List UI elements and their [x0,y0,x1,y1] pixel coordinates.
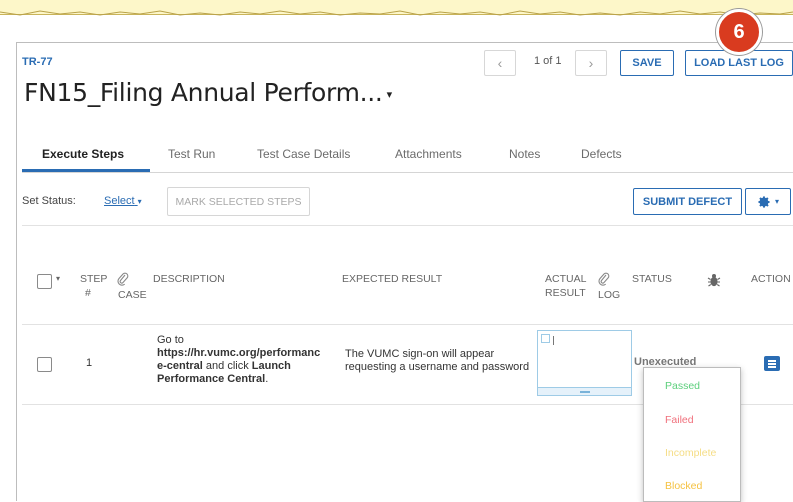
column-header-expected-result: EXPECTED RESULT [342,273,443,285]
divider [22,324,793,325]
gear-icon [758,195,770,208]
column-header-case: CASE [117,272,147,302]
expand-editor-icon[interactable] [541,334,550,343]
row-checkbox[interactable] [37,357,52,372]
expected-result: The VUMC sign-on will appear requesting … [345,348,530,373]
bug-icon [707,274,721,287]
menu-lines-icon [768,366,776,368]
resize-grip-icon [580,391,590,393]
tab-test-run[interactable]: Test Run [168,147,215,161]
chevron-left-icon: ‹ [497,55,503,71]
select-all-caret-icon[interactable]: ▾ [56,272,60,286]
torn-paper-edge [0,0,793,16]
mark-selected-steps-button[interactable]: MARK SELECTED STEPS [167,187,310,216]
pager-count: 1 of 1 [534,55,562,67]
column-header-actual-result: ACTUAL RESULT [545,273,587,299]
settings-menu-button[interactable]: ▾ [745,188,791,215]
menu-lines-icon [768,360,776,362]
set-status-label: Set Status: [22,195,76,207]
column-header-defects [706,272,722,292]
tab-attachments[interactable]: Attachments [395,147,462,161]
select-all-checkbox[interactable] [37,274,52,289]
chevron-right-icon: › [588,55,594,71]
status-options-menu: Passed Failed Incomplete Blocked [643,367,741,502]
title-dropdown-icon[interactable]: ▾ [387,88,393,101]
save-button[interactable]: SAVE [620,50,674,76]
submit-defect-button[interactable]: SUBMIT DEFECT [633,188,742,215]
set-status-select-label: Select [104,195,135,207]
status-option-incomplete[interactable]: Incomplete [665,447,716,459]
page-title-text: FN15_Filing Annual Perform... [24,78,383,107]
column-header-status: STATUS [632,273,672,285]
text-cursor [553,336,554,345]
status-option-failed[interactable]: Failed [665,414,694,426]
active-tab-indicator [22,169,150,172]
step-description: Go to https://hr.vumc.org/performanc e-c… [157,334,321,385]
actual-result-input[interactable] [537,330,632,396]
previous-page-button[interactable]: ‹ [484,50,516,76]
divider [22,225,793,226]
tab-execute-steps[interactable]: Execute Steps [42,147,124,161]
menu-lines-icon [768,363,776,365]
status-option-blocked[interactable]: Blocked [665,480,702,492]
caret-down-icon: ▾ [137,197,142,206]
next-page-button[interactable]: › [575,50,607,76]
step-callout-badge: 6 [716,9,762,55]
column-header-step: STEP # [80,273,108,299]
set-status-select[interactable]: Select ▾ [104,195,142,207]
paperclip-icon [117,272,129,286]
tab-notes[interactable]: Notes [509,147,540,161]
step-number: 1 [86,357,93,369]
paperclip-icon [598,272,610,286]
test-run-id: TR-77 [22,56,53,68]
status-option-passed[interactable]: Passed [665,380,700,392]
column-header-action: ACTION [751,273,791,285]
column-header-log: LOG [598,272,620,302]
caret-down-icon: ▾ [774,197,779,206]
tab-test-case-details[interactable]: Test Case Details [257,147,350,161]
row-action-menu-button[interactable] [764,356,780,371]
tab-defects[interactable]: Defects [581,147,622,161]
column-header-description: DESCRIPTION [153,273,225,285]
page-title[interactable]: FN15_Filing Annual Perform... ▾ [24,78,392,107]
